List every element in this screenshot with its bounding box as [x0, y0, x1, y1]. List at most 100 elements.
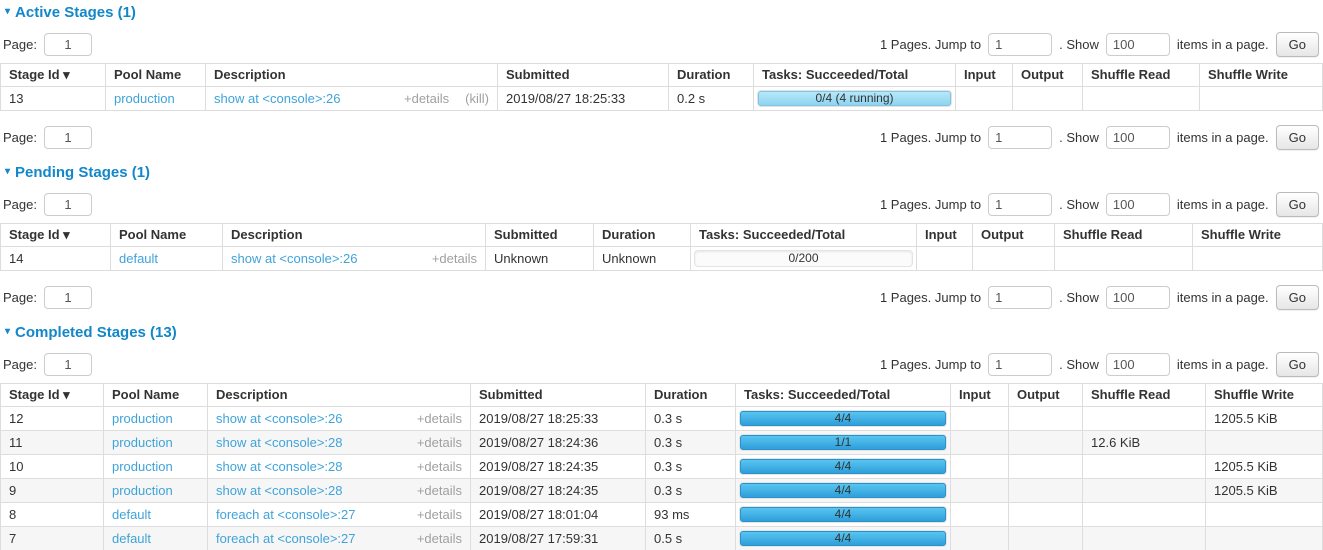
- details-toggle[interactable]: +details: [417, 460, 462, 474]
- go-button[interactable]: Go: [1276, 352, 1319, 377]
- column-header[interactable]: Input: [917, 224, 973, 247]
- column-header[interactable]: Stage Id ▾: [1, 64, 106, 87]
- column-header[interactable]: Description: [208, 384, 471, 407]
- description-link[interactable]: show at <console>:26: [214, 92, 340, 106]
- jump-to-input[interactable]: [988, 193, 1052, 216]
- tasks-cell: 0/4 (4 running): [754, 87, 956, 111]
- column-header[interactable]: Submitted: [498, 64, 669, 87]
- description-link[interactable]: show at <console>:28: [216, 484, 342, 498]
- description-link[interactable]: foreach at <console>:27: [216, 508, 356, 522]
- progress-label: 0/4 (4 running): [758, 91, 951, 106]
- page-number-input[interactable]: [44, 353, 92, 376]
- table-header-row: Stage Id ▾Pool NameDescriptionSubmittedD…: [1, 64, 1323, 87]
- column-header[interactable]: Submitted: [486, 224, 594, 247]
- column-header[interactable]: Pool Name: [104, 384, 208, 407]
- page-jump-controls: 1 Pages. Jump to . Show items in a page.…: [880, 192, 1319, 217]
- show-count-input[interactable]: [1106, 126, 1170, 149]
- column-header[interactable]: Output: [1009, 384, 1083, 407]
- active-stages-section: ▾ Active Stages (1) Page: 1 Pages. Jump …: [0, 3, 1323, 156]
- column-header[interactable]: Input: [951, 384, 1009, 407]
- details-toggle[interactable]: +details: [432, 252, 477, 266]
- column-header[interactable]: Duration: [669, 64, 754, 87]
- column-header[interactable]: Stage Id ▾: [1, 224, 111, 247]
- column-header[interactable]: Shuffle Write: [1206, 384, 1323, 407]
- stage-id-cell: 14: [1, 247, 111, 271]
- go-button[interactable]: Go: [1276, 285, 1319, 310]
- show-text: . Show: [1059, 130, 1099, 145]
- section-header-pending[interactable]: ▾ Pending Stages (1): [5, 163, 1323, 181]
- go-button[interactable]: Go: [1276, 32, 1319, 57]
- page-number-input[interactable]: [44, 33, 92, 56]
- details-toggle[interactable]: +details: [417, 412, 462, 426]
- column-header[interactable]: Shuffle Write: [1193, 224, 1323, 247]
- show-count-input[interactable]: [1106, 353, 1170, 376]
- description-cell: show at <console>:28 +details: [208, 431, 471, 455]
- input-cell: [917, 247, 973, 271]
- column-header[interactable]: Duration: [646, 384, 736, 407]
- column-header[interactable]: Output: [973, 224, 1055, 247]
- details-toggle[interactable]: +details: [417, 508, 462, 522]
- shuffle-write-cell: [1206, 503, 1323, 527]
- jump-to-input[interactable]: [988, 353, 1052, 376]
- description-link[interactable]: show at <console>:28: [216, 460, 342, 474]
- details-toggle[interactable]: +details: [417, 484, 462, 498]
- pool-name-link[interactable]: default: [119, 251, 158, 266]
- column-header[interactable]: Tasks: Succeeded/Total: [736, 384, 951, 407]
- progress-label: 4/4: [740, 459, 946, 474]
- go-button[interactable]: Go: [1276, 125, 1319, 150]
- description-link[interactable]: show at <console>:28: [216, 436, 342, 450]
- show-count-input[interactable]: [1106, 33, 1170, 56]
- column-header[interactable]: Duration: [594, 224, 691, 247]
- pool-name-link[interactable]: default: [112, 531, 151, 546]
- show-count-input[interactable]: [1106, 193, 1170, 216]
- column-header[interactable]: Shuffle Read: [1083, 64, 1200, 87]
- column-header[interactable]: Tasks: Succeeded/Total: [691, 224, 917, 247]
- description-link[interactable]: show at <console>:26: [231, 252, 357, 266]
- details-toggle[interactable]: +details: [404, 92, 449, 106]
- section-header-completed[interactable]: ▾ Completed Stages (13): [5, 323, 1323, 341]
- pool-name-link[interactable]: production: [112, 435, 173, 450]
- pool-name-link[interactable]: production: [114, 91, 175, 106]
- go-button[interactable]: Go: [1276, 192, 1319, 217]
- column-header[interactable]: Output: [1013, 64, 1083, 87]
- active-stages-table: Stage Id ▾Pool NameDescriptionSubmittedD…: [0, 63, 1323, 111]
- section-header-active[interactable]: ▾ Active Stages (1): [5, 3, 1323, 21]
- description-link[interactable]: show at <console>:26: [216, 412, 342, 426]
- column-header[interactable]: Shuffle Read: [1083, 384, 1206, 407]
- items-text: items in a page.: [1177, 290, 1269, 305]
- page-number-input[interactable]: [44, 193, 92, 216]
- section-title-text: Active Stages (1): [15, 4, 136, 21]
- details-toggle[interactable]: +details: [417, 532, 462, 546]
- show-count-input[interactable]: [1106, 286, 1170, 309]
- output-cell: [1009, 431, 1083, 455]
- submitted-cell: 2019/08/27 17:59:31: [471, 527, 646, 550]
- jump-to-input[interactable]: [988, 33, 1052, 56]
- page-number-input[interactable]: [44, 126, 92, 149]
- shuffle-read-cell: [1083, 527, 1206, 550]
- pool-name-link[interactable]: default: [112, 507, 151, 522]
- column-header[interactable]: Shuffle Write: [1200, 64, 1323, 87]
- column-header[interactable]: Shuffle Read: [1055, 224, 1193, 247]
- jump-to-input[interactable]: [988, 126, 1052, 149]
- column-header[interactable]: Tasks: Succeeded/Total: [754, 64, 956, 87]
- column-header[interactable]: Pool Name: [106, 64, 206, 87]
- tasks-cell: 4/4: [736, 455, 951, 479]
- details-toggle[interactable]: +details: [417, 436, 462, 450]
- pool-name-link[interactable]: production: [112, 411, 173, 426]
- column-header[interactable]: Submitted: [471, 384, 646, 407]
- pool-name-link[interactable]: production: [112, 483, 173, 498]
- column-header[interactable]: Description: [206, 64, 498, 87]
- kill-link[interactable]: (kill): [465, 92, 489, 106]
- table-row: 12 production show at <console>:26 +deta…: [1, 407, 1323, 431]
- description-link[interactable]: foreach at <console>:27: [216, 532, 356, 546]
- column-header[interactable]: Input: [956, 64, 1013, 87]
- column-header[interactable]: Stage Id ▾: [1, 384, 104, 407]
- page-selector: Page:: [3, 126, 92, 149]
- input-cell: [951, 407, 1009, 431]
- jump-to-input[interactable]: [988, 286, 1052, 309]
- page-number-input[interactable]: [44, 286, 92, 309]
- items-text: items in a page.: [1177, 130, 1269, 145]
- pool-name-link[interactable]: production: [112, 459, 173, 474]
- column-header[interactable]: Description: [223, 224, 486, 247]
- column-header[interactable]: Pool Name: [111, 224, 223, 247]
